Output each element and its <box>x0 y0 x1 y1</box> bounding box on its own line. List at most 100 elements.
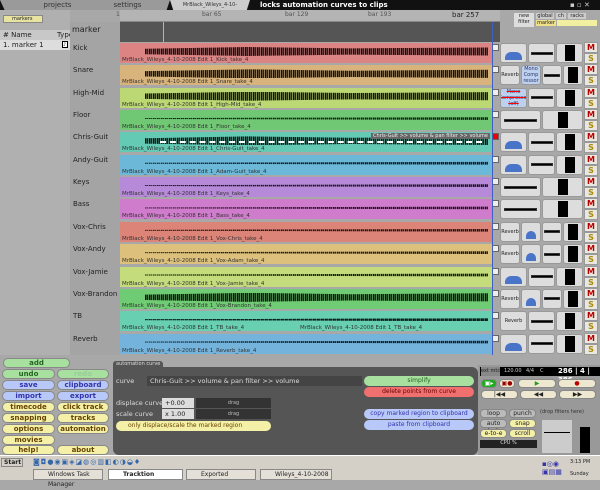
solo-button[interactable]: S <box>584 209 598 221</box>
solo-button[interactable]: S <box>584 120 598 132</box>
automation-button[interactable]: automation <box>57 424 109 434</box>
mute-button[interactable]: M <box>584 243 598 255</box>
clip-label[interactable]: MrBlack_Wileys_4-10-2008 Edit 1_Vox-Bran… <box>122 303 272 309</box>
clip-label[interactable]: MrBlack_Wileys_4-10-2008 Edit 1_TB_take_… <box>300 325 422 331</box>
track-name[interactable]: Chris-Guit <box>73 133 108 141</box>
rewind-to-start-button[interactable]: |◀◀ <box>481 390 518 399</box>
level-meter[interactable] <box>542 177 583 198</box>
track-name[interactable]: Vox-Brandon <box>73 290 117 298</box>
track-name[interactable]: Kick <box>73 44 87 52</box>
level-meter[interactable] <box>563 288 583 309</box>
clip-menu-icon[interactable] <box>492 334 499 342</box>
solo-button[interactable]: S <box>584 187 598 199</box>
clip-menu-icon[interactable] <box>492 66 499 74</box>
level-meter[interactable] <box>556 87 583 108</box>
record-arm-button[interactable]: ▣● <box>499 379 515 388</box>
marker-track[interactable] <box>120 22 500 42</box>
play-button[interactable]: ▶ <box>518 379 556 388</box>
fast-forward-button[interactable]: ▶▶ <box>559 390 596 399</box>
scale-drag[interactable]: drag <box>196 409 271 419</box>
volume-pan-fader[interactable] <box>500 177 541 198</box>
level-meter[interactable] <box>542 199 583 220</box>
clip-label[interactable]: MrBlack_Wileys_4-10-2008 Edit 1_Snare_ta… <box>122 79 253 85</box>
mute-button[interactable]: M <box>584 131 598 143</box>
solo-button[interactable]: S <box>584 75 598 87</box>
eq-plugin[interactable] <box>521 244 541 265</box>
track-name[interactable]: TB <box>73 312 82 320</box>
clip-area[interactable]: MrBlack_Wileys_4-10-2008 Edit 1_High-Mid… <box>120 87 492 108</box>
volume-pan-fader[interactable] <box>500 199 541 220</box>
level-meter[interactable] <box>556 132 583 153</box>
click-track-button[interactable]: click track <box>57 402 109 412</box>
e-to-e-button[interactable]: e-to-e <box>480 429 507 438</box>
track-name[interactable]: Keys <box>73 178 89 186</box>
track-name[interactable]: Vox-Jamie <box>73 268 108 276</box>
add-button[interactable]: add <box>3 358 70 368</box>
simplify-button[interactable]: simplify <box>364 376 474 386</box>
clip-area[interactable]: MrBlack_Wileys_4-10-2008 Edit 1_Vox-Adam… <box>120 244 492 265</box>
window-controls[interactable]: ▪ ▫ ✕ <box>570 1 590 9</box>
volume-pan-fader[interactable] <box>500 110 541 131</box>
volume-pan-fader[interactable] <box>528 154 555 175</box>
clip-area[interactable]: MrBlack_Wileys_4-10-2008 Edit 1_Snare_ta… <box>120 65 492 86</box>
track-name[interactable]: Vox-Chris <box>73 223 106 231</box>
clip-area[interactable]: MrBlack_Wileys_4-10-2008 Edit 1_Chris-Gu… <box>120 132 492 153</box>
plugin-reverb[interactable]: Reverb <box>500 221 520 242</box>
clipboard-button[interactable]: clipboard <box>57 380 109 390</box>
tempo[interactable]: 120.00 <box>504 367 522 376</box>
redo-button[interactable]: redo <box>57 369 109 379</box>
tracks-button[interactable]: tracks <box>57 413 109 423</box>
mute-button[interactable]: M <box>584 310 598 322</box>
clip-label[interactable]: MrBlack_Wileys_4-10-2008 Edit 1_Vox-Adam… <box>122 258 265 264</box>
snap-button[interactable]: snap <box>509 419 536 428</box>
plugin-reverb[interactable]: Reverb <box>500 311 527 332</box>
track-name[interactable]: Floor <box>73 111 90 119</box>
solo-button[interactable]: S <box>584 321 598 333</box>
about-button[interactable]: about <box>57 445 109 455</box>
copy-marked-button[interactable]: copy marked region to clipboard <box>364 409 474 419</box>
clip-area[interactable]: MrBlack_Wileys_4-10-2008 Edit 1_Bass_tak… <box>120 199 492 220</box>
clip-menu-icon[interactable] <box>492 200 499 208</box>
volume-pan-fader[interactable] <box>542 244 562 265</box>
plugin-mono-comp-ressor[interactable]: Mono Comp ressor <box>521 65 541 86</box>
clip-area[interactable]: MrBlack_Wileys_4-10-2008 Edit 1_Keys_tak… <box>120 177 492 198</box>
mute-button[interactable]: M <box>584 220 598 232</box>
mute-button[interactable]: M <box>584 109 598 121</box>
solo-button[interactable]: S <box>584 254 598 266</box>
clip-menu-icon[interactable] <box>492 88 499 96</box>
volume-pan-fader[interactable] <box>528 333 555 354</box>
marker-line[interactable] <box>163 22 164 42</box>
clip-label[interactable]: MrBlack_Wileys_4-10-2008 Edit 1_Kick_tak… <box>122 57 248 63</box>
auto-lock-button[interactable]: auto lock <box>480 419 507 435</box>
clip-menu-icon[interactable] <box>492 178 499 186</box>
marker-list-item[interactable]: 1. marker 1 ♪ <box>0 40 70 50</box>
volume-pan-fader[interactable] <box>542 288 562 309</box>
plugin-reverb[interactable]: Reverb <box>500 244 520 265</box>
delete-points-button[interactable]: delete points from curve <box>364 387 474 397</box>
curve-field[interactable]: Chris-Guit >> volume & pan filter >> vol… <box>147 376 362 386</box>
solo-button[interactable]: S <box>584 276 598 288</box>
clip-area[interactable]: MrBlack_Wileys_4-10-2008 Edit 1_Kick_tak… <box>120 43 492 63</box>
movies-button[interactable]: movies <box>2 435 55 445</box>
clip-menu-icon[interactable] <box>492 289 499 297</box>
marker-filter-slider[interactable] <box>557 20 597 26</box>
playhead[interactable] <box>492 22 493 355</box>
volume-pan-fader[interactable] <box>528 266 555 287</box>
task-exported[interactable]: Exported <box>186 469 256 480</box>
clip-label[interactable]: MrBlack_Wileys_4-10-2008 Edit 1_Keys_tak… <box>122 191 250 197</box>
key[interactable]: C <box>540 367 544 376</box>
clip-menu-icon[interactable] <box>492 111 499 119</box>
clip-label[interactable]: MrBlack_Wileys_4-10-2008 Edit 1_Chris-Gu… <box>122 146 265 152</box>
only-marked-checkbox[interactable]: only displace/scale the marked region <box>116 421 271 431</box>
level-meter[interactable] <box>563 244 583 265</box>
mute-button[interactable]: M <box>584 42 598 53</box>
plugin-reverb[interactable]: Reverb <box>500 65 520 86</box>
ch-button[interactable]: ch <box>556 13 566 19</box>
mute-button[interactable]: M <box>584 265 598 277</box>
clip-area[interactable]: MrBlack_Wileys_4-10-2008 Edit 1_Vox-Bran… <box>120 288 492 309</box>
panel-tab[interactable]: automation curve <box>113 361 163 368</box>
clip-menu-icon[interactable] <box>492 133 499 141</box>
eq-plugin[interactable] <box>500 154 527 175</box>
volume-pan-fader[interactable] <box>528 311 555 332</box>
clip-label[interactable]: MrBlack_Wileys_4-10-2008 Edit 1_Vox-Jami… <box>122 281 264 287</box>
